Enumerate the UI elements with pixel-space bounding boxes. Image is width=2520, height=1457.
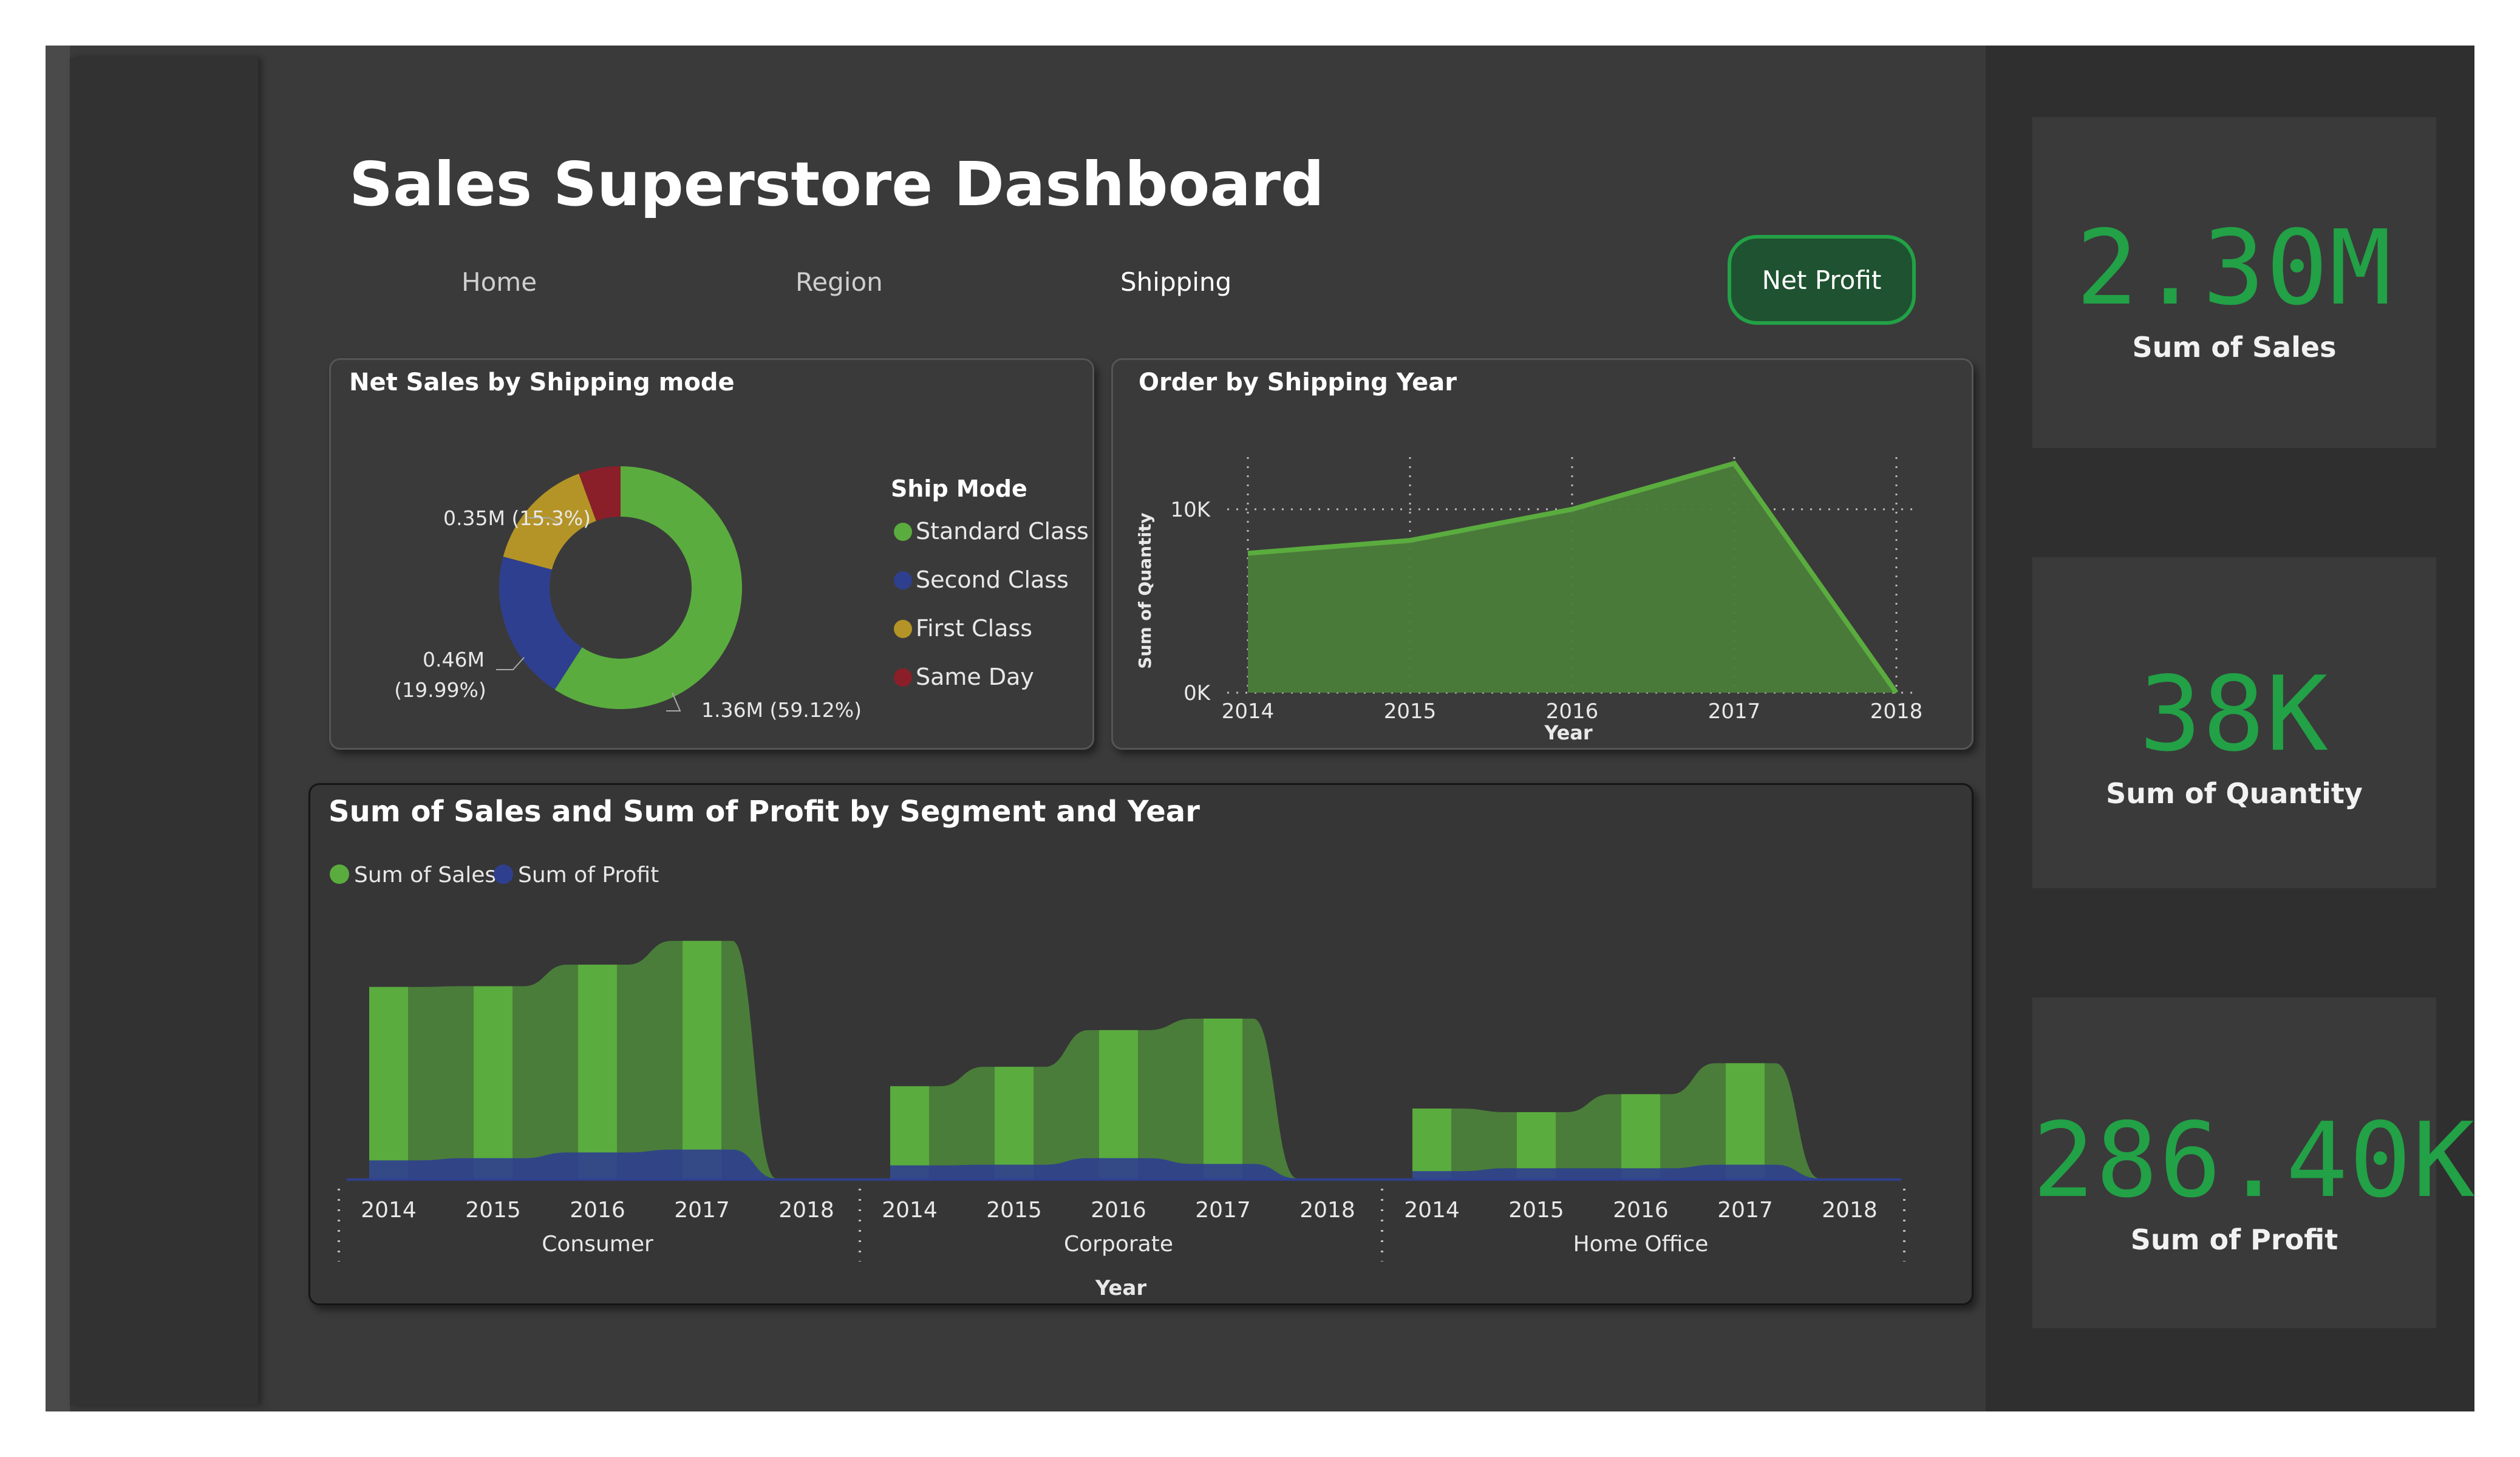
- area-y-axis-label: Sum of Quantity: [1135, 512, 1155, 668]
- segment-year-tick: 2016: [1091, 1198, 1146, 1223]
- area-x-tick: 2014: [1222, 699, 1275, 724]
- legend-label-profit: Sum of Profit: [518, 863, 659, 888]
- segment-year-tick: 2017: [1195, 1198, 1251, 1223]
- area-y-tick: 10K: [1170, 498, 1211, 522]
- leader-second-class: [496, 657, 525, 670]
- legend-label-first-class: First Class: [916, 615, 1032, 642]
- segment-year-tick: 2018: [778, 1198, 834, 1223]
- area-x-tick: 2015: [1384, 699, 1437, 724]
- area-x-tick: 2016: [1546, 699, 1599, 724]
- donut-label-first-class: 0.35M (15.3%): [443, 506, 591, 530]
- segment-x-axis-label: Year: [1095, 1276, 1147, 1300]
- left-edge-strip: [46, 46, 70, 1411]
- left-side-panel: [70, 58, 258, 1405]
- legend-marker-standard-class: [894, 523, 912, 541]
- kpi-profit-label: Sum of Profit: [2130, 1223, 2338, 1256]
- kpi-sales-label: Sum of Sales: [2132, 331, 2337, 364]
- legend-label-same-day: Same Day: [916, 664, 1034, 690]
- area-card: Order by Shipping Year 0K 10K 2014 2015 201…: [1111, 358, 1973, 750]
- segment-group-label: Home Office: [1573, 1232, 1709, 1257]
- segment-year-tick: 2014: [1404, 1198, 1460, 1223]
- sales-bar[interactable]: [683, 940, 721, 1178]
- sales-bar[interactable]: [369, 987, 408, 1178]
- segment-year-tick: 2014: [882, 1198, 938, 1223]
- segment-year-tick: 2014: [361, 1198, 417, 1223]
- segment-area-chart: Sum of Sales Sum of Profit 2014 2015 2016 2…: [330, 863, 1905, 1300]
- area-x-tick: 2017: [1708, 699, 1761, 724]
- legend-label-sales: Sum of Sales: [354, 863, 496, 888]
- page-title: Sales Superstore Dashboard: [349, 149, 1324, 220]
- quantity-area-chart: 0K 10K 2014 2015 2016 2017 2018 Year Sum of Q…: [1135, 457, 1923, 744]
- segment-year-tick: 2017: [674, 1198, 730, 1223]
- legend-marker-sales: [330, 864, 349, 884]
- legend-marker-same-day: [894, 668, 912, 687]
- legend-marker-first-class: [894, 620, 912, 638]
- area-fill: [1248, 463, 1896, 693]
- sales-bar[interactable]: [1621, 1094, 1660, 1178]
- sales-bar[interactable]: [995, 1067, 1034, 1178]
- kpi-quantity-value: 38K: [2139, 654, 2330, 775]
- segment-year-tick: 2015: [1508, 1198, 1564, 1223]
- donut-label-standard-class: 1.36M (59.12%): [701, 698, 862, 722]
- sales-bar[interactable]: [1412, 1109, 1451, 1178]
- sales-bar[interactable]: [474, 986, 513, 1178]
- sales-bar[interactable]: [578, 964, 617, 1178]
- sales-bar[interactable]: [1726, 1063, 1765, 1178]
- donut-chart: 0.35M (15.3%) 0.46M (19.99%) 1.36M (59.1…: [394, 466, 1089, 722]
- kpi-card-quantity: 38K Sum of Quantity: [2032, 557, 2436, 888]
- segment-year-tick: 2018: [1299, 1198, 1355, 1223]
- donut-label-second-class-line1: 0.46M: [423, 648, 485, 671]
- legend-marker-second-class: [894, 571, 912, 589]
- sales-bar[interactable]: [1099, 1030, 1138, 1178]
- segment-year-tick: 2015: [465, 1198, 521, 1223]
- legend-marker-profit: [494, 864, 513, 884]
- legend-label-standard-class: Standard Class: [916, 518, 1089, 545]
- area-y-tick: 0K: [1183, 681, 1211, 705]
- segment-group-label: Consumer: [542, 1232, 653, 1257]
- area-x-axis-label: Year: [1544, 721, 1593, 744]
- segment-group-label: Corporate: [1064, 1232, 1173, 1257]
- donut-label-second-class-line2: (19.99%): [394, 678, 486, 702]
- net-profit-button[interactable]: Net Profit: [1728, 235, 1916, 325]
- donut-card: Net Sales by Shipping mode 0.35M (15.3%)…: [329, 358, 1094, 750]
- kpi-quantity-label: Sum of Quantity: [2106, 777, 2363, 810]
- segment-year-tick: 2016: [1613, 1198, 1669, 1223]
- sales-bar[interactable]: [890, 1086, 929, 1178]
- nav-shipping[interactable]: Shipping: [1120, 267, 1231, 297]
- area-x-tick: 2018: [1870, 699, 1923, 724]
- segment-card: Sum of Sales and Sum of Profit by Segmen…: [308, 783, 1973, 1305]
- dashboard-canvas: Sales Superstore Dashboard Home Region S…: [46, 46, 2474, 1411]
- kpi-card-profit: 286.40K Sum of Profit: [2032, 997, 2474, 1328]
- nav-region[interactable]: Region: [795, 267, 883, 297]
- kpi-profit-value: 286.40K: [2032, 1101, 2474, 1221]
- sales-bar[interactable]: [1204, 1018, 1242, 1178]
- kpi-sales-value: 2.30M: [2076, 208, 2393, 328]
- legend-label-second-class: Second Class: [916, 566, 1069, 593]
- segment-year-tick: 2016: [570, 1198, 625, 1223]
- segment-year-tick: 2018: [1822, 1198, 1878, 1223]
- kpi-card-sales: 2.30M Sum of Sales: [2032, 117, 2436, 448]
- segment-year-tick: 2015: [986, 1198, 1042, 1223]
- legend-title: Ship Mode: [891, 475, 1027, 502]
- nav-home[interactable]: Home: [461, 267, 537, 297]
- segment-year-tick: 2017: [1717, 1198, 1773, 1223]
